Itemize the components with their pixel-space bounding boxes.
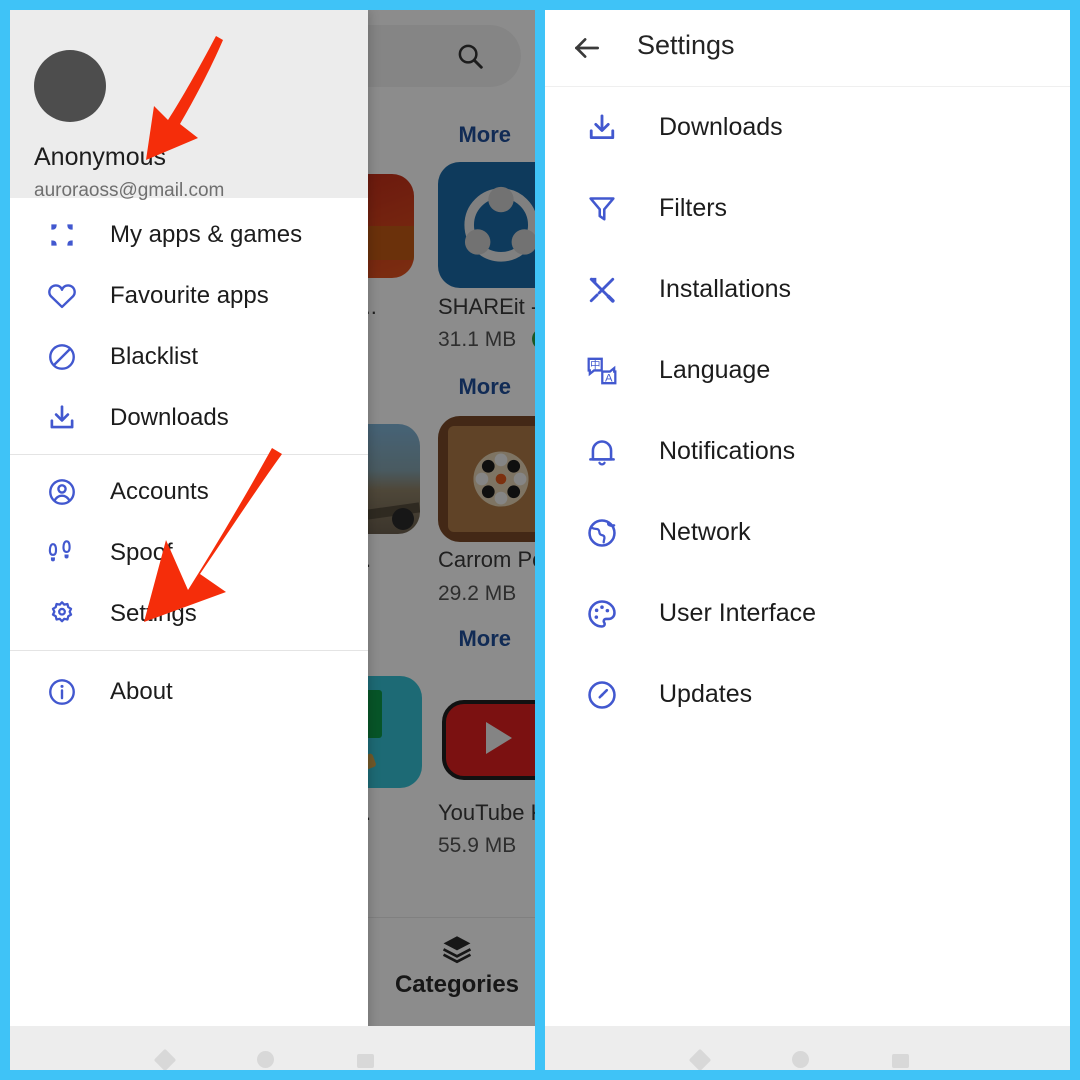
drawer-item-label: Downloads <box>110 403 229 431</box>
gauge-icon <box>588 680 616 709</box>
bell-icon <box>589 439 615 465</box>
drawer-item-spoof[interactable]: Spoof <box>10 522 368 583</box>
download-icon <box>50 404 74 428</box>
info-icon <box>49 679 75 705</box>
drawer-item-downloads[interactable]: Downloads <box>10 387 368 448</box>
nav-home-button[interactable] <box>256 1051 274 1068</box>
settings-item-label: Language <box>659 356 771 384</box>
drawer-item-about[interactable]: About <box>10 657 368 727</box>
nav-back-button[interactable] <box>688 1048 712 1070</box>
system-navigation-bar-left <box>10 1026 535 1070</box>
settings-item-network[interactable]: Network <box>545 492 1070 573</box>
translate-icon: 中 A <box>587 357 617 384</box>
settings-item-label: Installations <box>659 275 792 303</box>
settings-item-filters[interactable]: Filters <box>545 168 1070 249</box>
drawer-item-label: Settings <box>110 599 197 627</box>
settings-item-language[interactable]: 中 A Language <box>545 330 1070 411</box>
settings-item-notifications[interactable]: Notifications <box>545 411 1070 492</box>
drawer-group-library: My apps & games Favourite apps Blacklist <box>10 198 368 454</box>
download-icon <box>589 114 615 139</box>
settings-item-installations[interactable]: Installations <box>545 249 1070 330</box>
settings-item-label: Network <box>659 518 751 546</box>
drawer-group-info: About <box>10 651 368 733</box>
drawer-item-my-apps-and-games[interactable]: My apps & games <box>10 204 368 265</box>
user-name: Anonymous <box>34 143 167 171</box>
drawer-item-blacklist[interactable]: Blacklist <box>10 326 368 387</box>
settings-item-label: Downloads <box>659 113 783 141</box>
drawer-item-label: Spoof <box>110 538 173 566</box>
filter-icon <box>589 196 615 220</box>
gear-icon <box>51 600 73 622</box>
palette-icon <box>588 599 616 628</box>
nav-back-button[interactable] <box>153 1048 177 1070</box>
globe-icon <box>588 518 616 547</box>
heart-icon <box>48 283 76 308</box>
avatar[interactable] <box>34 50 106 122</box>
drawer-item-label: My apps & games <box>110 220 303 248</box>
settings-item-label: User Interface <box>659 599 817 627</box>
nav-recents-button[interactable] <box>356 1054 374 1068</box>
drawer-item-label: Favourite apps <box>110 281 269 309</box>
navigation-drawer: Anonymous auroraoss@gmail.com My apps & … <box>10 10 368 1070</box>
nav-home-button[interactable] <box>791 1051 809 1068</box>
system-navigation-bar-right <box>545 1026 1070 1070</box>
settings-item-updates[interactable]: Updates <box>545 654 1070 735</box>
right-panel-settings-screen: Settings Downloads Filters Installations… <box>545 10 1070 1070</box>
svg-text:中: 中 <box>590 358 600 371</box>
left-panel-drawer-screen: es More lo <box>10 10 535 1070</box>
arrow-left-icon[interactable] <box>571 32 603 64</box>
drawer-item-label: About <box>110 678 173 705</box>
nav-recents-button[interactable] <box>891 1054 909 1068</box>
settings-item-user-interface[interactable]: User Interface <box>545 573 1070 654</box>
drawer-item-favourite-apps[interactable]: Favourite apps <box>10 265 368 326</box>
user-email: auroraoss@gmail.com <box>34 180 225 201</box>
page-title: Settings <box>637 30 735 60</box>
settings-item-downloads[interactable]: Downloads <box>545 87 1070 168</box>
svg-text:A: A <box>605 372 613 384</box>
settings-item-label: Updates <box>659 680 753 708</box>
drawer-item-label: Blacklist <box>110 342 199 370</box>
account-circle-icon <box>49 478 75 505</box>
settings-item-label: Notifications <box>659 437 796 465</box>
drawer-item-accounts[interactable]: Accounts <box>10 461 368 522</box>
screenshot-stage: es More lo <box>0 0 1080 1080</box>
drawer-item-label: Accounts <box>110 477 209 505</box>
footprints-icon <box>48 539 71 561</box>
drawer-header: Anonymous auroraoss@gmail.com <box>10 10 368 201</box>
apps-grid-icon <box>51 223 73 246</box>
drawer-group-account: Accounts Spoof Settings <box>10 455 368 650</box>
settings-app-bar: Settings <box>545 10 1070 87</box>
block-icon <box>49 343 75 370</box>
settings-item-label: Filters <box>659 194 728 222</box>
drawer-item-settings[interactable]: Settings <box>10 583 368 644</box>
tools-icon <box>589 277 615 303</box>
